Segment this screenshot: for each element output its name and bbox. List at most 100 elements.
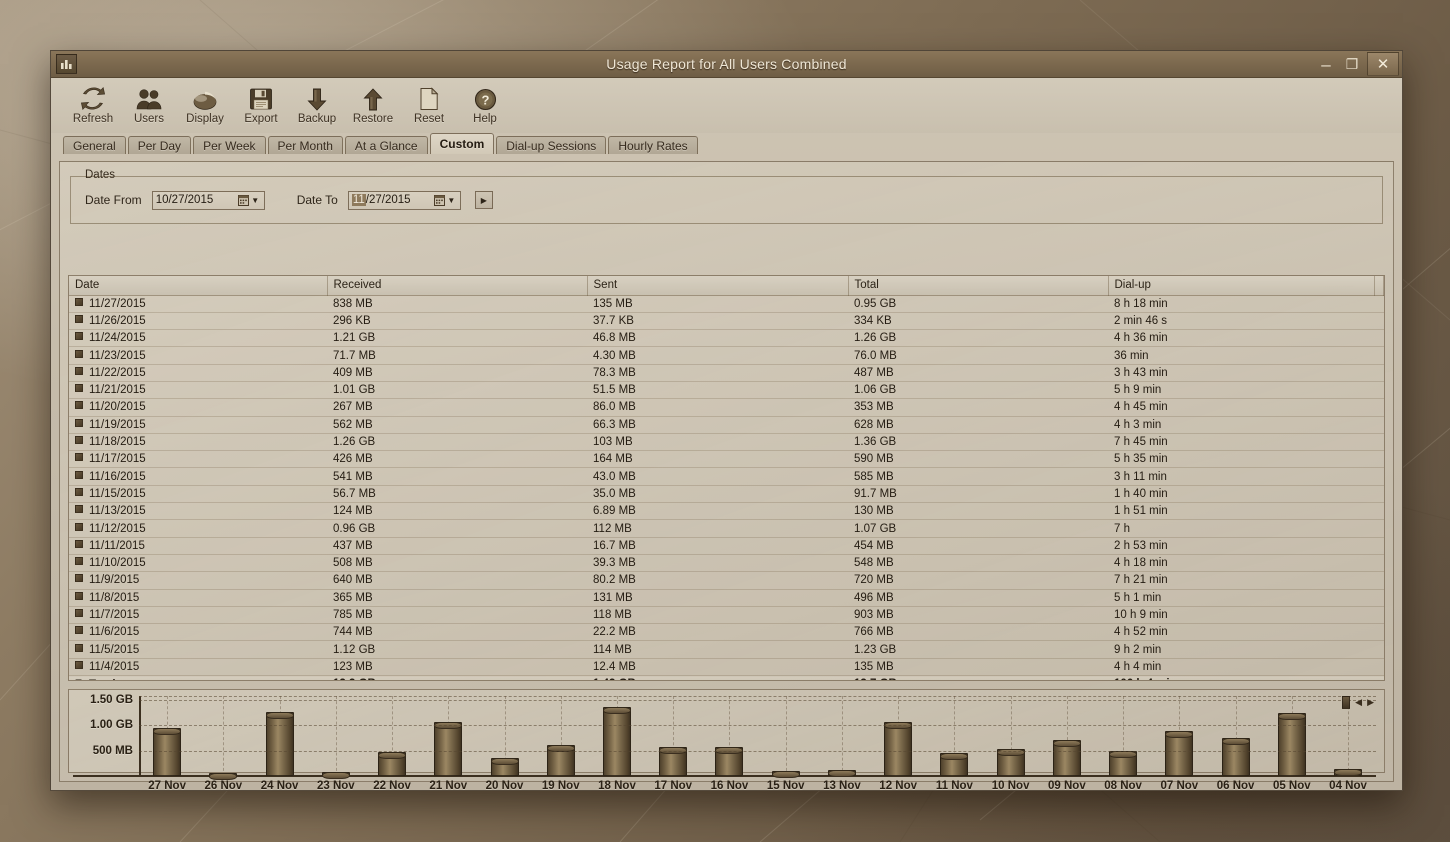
chart-bar[interactable] [884,721,913,776]
chart-bar[interactable] [827,769,856,778]
table-row[interactable]: 11/7/2015 785 MB 118 MB 903 MB 10 h 9 min [69,606,1384,625]
tab-hourly-rates[interactable]: Hourly Rates [608,136,698,154]
table-row[interactable]: 11/8/2015 365 MB 131 MB 496 MB 5 h 1 min [69,589,1384,607]
tab-per-day[interactable]: Per Day [127,136,192,154]
toolbar-button-restore[interactable]: Restore [345,84,401,125]
chart-bar-cell[interactable] [364,696,420,776]
chart-bar-cell[interactable] [814,696,870,778]
chart-bar-cell[interactable] [645,696,701,776]
table-row[interactable]: 11/24/2015 1.21 GB 46.8 MB 1.26 GB 4 h 36 mi… [69,329,1384,348]
chart-bar[interactable] [1221,737,1250,776]
column-header-dialup[interactable]: Dial-up [1108,276,1375,296]
table-row[interactable]: 11/20/2015 267 MB 86.0 MB 353 MB 4 h 45 min [69,398,1384,417]
tab-dial-up-sessions[interactable]: Dial-up Sessions [496,136,607,154]
tab-at-a-glance[interactable]: At a Glance [344,136,428,154]
chart-bar-cell[interactable] [251,696,307,776]
restore-button[interactable]: ❐ [1339,53,1365,75]
tab-general[interactable]: General [63,136,126,154]
table-row[interactable]: 11/15/2015 56.7 MB 35.0 MB 91.7 MB 1 h 40 mi… [69,485,1384,504]
chart-bar[interactable] [996,748,1025,776]
chart-bar-cell[interactable] [1039,696,1095,776]
table-row[interactable]: 11/19/2015 562 MB 66.3 MB 628 MB 4 h 3 min [69,416,1384,434]
chart-bar[interactable] [1277,713,1306,776]
calendar-icon[interactable] [433,193,446,207]
chart-bar-cell[interactable] [195,696,251,780]
table-row[interactable]: 11/26/2015 296 KB 37.7 KB 334 KB 2 min 46 s [69,312,1384,331]
table-row[interactable]: 11/18/2015 1.26 GB 103 MB 1.36 GB 7 h 45 min [69,433,1384,452]
usage-chart[interactable]: 1.50 GB 1.00 GB 500 MB 27 Nov 26 Nov 24 Nov 2… [68,689,1385,790]
table-row[interactable]: 11/21/2015 1.01 GB 51.5 MB 1.06 GB 5 h 9 min [69,381,1384,400]
table-row[interactable]: 11/16/2015 541 MB 43.0 MB 585 MB 3 h 11 min [69,467,1384,486]
chart-bar-cell[interactable] [983,696,1039,776]
chart-bar-cell[interactable] [758,696,814,778]
chart-bar[interactable] [209,773,238,780]
date-to-input[interactable]: 11/27/2015 ▼ [347,190,461,210]
chart-bar-cell[interactable] [926,696,982,776]
table-row[interactable]: 11/5/2015 1.12 GB 114 MB 1.23 GB 9 h 2 min [69,640,1384,659]
apply-date-range-button[interactable]: ▶ [474,191,493,209]
chart-bar-cell[interactable] [1207,696,1263,776]
column-header-date[interactable]: Date [69,276,328,296]
chart-bar-cell[interactable] [1151,696,1207,776]
chart-bar-cell[interactable] [533,696,589,776]
chart-bar[interactable] [490,758,519,776]
table-row[interactable]: 11/4/2015 123 MB 12.4 MB 135 MB 4 h 4 min [69,658,1384,677]
chart-bar-cell[interactable] [308,696,364,779]
toolbar-button-help[interactable]: ? Help [457,84,513,125]
toolbar-button-refresh[interactable]: Refresh [65,84,121,125]
chart-bar[interactable] [1334,769,1363,776]
scroll-thumb-icon[interactable] [1342,696,1351,709]
chart-bar-cell[interactable] [1095,696,1151,776]
chart-bar[interactable] [321,772,350,779]
chart-bar-cell[interactable] [870,696,926,776]
toolbar-button-reset[interactable]: Reset [401,84,457,125]
chart-bar-cell[interactable] [420,696,476,776]
minimize-button[interactable]: – [1313,53,1339,75]
chart-bar[interactable] [602,706,631,776]
chart-bar-cell[interactable] [139,696,195,776]
chart-bar[interactable] [1165,731,1194,776]
column-header-sent[interactable]: Sent [587,276,849,296]
chart-bar[interactable] [940,753,969,776]
chart-bar-cell[interactable] [701,696,757,776]
chart-scroll-controls[interactable]: ◀ ▶ [1342,696,1374,709]
toolbar-button-export[interactable]: Export [233,84,289,125]
table-row[interactable]: 11/6/2015 744 MB 22.2 MB 766 MB 4 h 52 min [69,623,1384,642]
toolbar-button-backup[interactable]: Backup [289,84,345,125]
close-button[interactable]: ✕ [1367,52,1399,76]
chevron-down-icon[interactable]: ▼ [446,196,457,205]
calendar-icon[interactable] [237,193,250,207]
toolbar-button-display[interactable]: Display [177,84,233,125]
chart-bar[interactable] [265,711,294,776]
chart-bar[interactable] [434,722,463,776]
table-row[interactable]: 11/9/2015 640 MB 80.2 MB 720 MB 7 h 21 min [69,571,1384,590]
title-bar[interactable]: Usage Report for All Users Combined – ❐ … [51,51,1402,78]
toolbar-button-users[interactable]: Users [121,84,177,125]
chevron-down-icon[interactable]: ▼ [250,196,261,205]
table-row[interactable]: 11/12/2015 0.96 GB 112 MB 1.07 GB 7 h [69,519,1384,538]
arrow-right-icon[interactable]: ▶ [1367,697,1374,708]
date-from-input[interactable]: 10/27/2015 ▼ [151,190,265,210]
table-row[interactable]: 11/13/2015 124 MB 6.89 MB 130 MB 1 h 51 min [69,502,1384,521]
table-row[interactable]: 11/23/2015 71.7 MB 4.30 MB 76.0 MB 36 min [69,346,1384,365]
chart-bar[interactable] [546,744,575,776]
tab-custom[interactable]: Custom [429,133,495,154]
table-row[interactable]: 11/22/2015 409 MB 78.3 MB 487 MB 3 h 43 min [69,364,1384,382]
chart-bar[interactable] [1109,751,1138,776]
chart-bar-cell[interactable] [476,696,532,776]
table-row[interactable]: 11/10/2015 508 MB 39.3 MB 548 MB 4 h 18 min [69,554,1384,573]
table-row[interactable]: 11/27/2015 838 MB 135 MB 0.95 GB 8 h 18 min [69,295,1384,313]
table-row[interactable]: 11/11/2015 437 MB 16.7 MB 454 MB 2 h 53 min [69,537,1384,555]
column-header-total[interactable]: Total [848,276,1109,296]
chart-bar[interactable] [378,751,407,776]
chart-bar-cell[interactable] [1264,696,1320,776]
tab-per-week[interactable]: Per Week [193,136,266,154]
arrow-left-icon[interactable]: ◀ [1355,697,1362,708]
tab-per-month[interactable]: Per Month [267,136,343,154]
usage-table[interactable]: Date Received Sent Total Dial-up 11/27/2… [68,275,1385,681]
chart-bar-cell[interactable] [589,696,645,776]
chart-bar[interactable] [1052,740,1081,776]
table-row[interactable]: 11/17/2015 426 MB 164 MB 590 MB 5 h 35 min [69,450,1384,469]
column-header-received[interactable]: Received [327,276,588,296]
chart-bar[interactable] [771,771,800,778]
